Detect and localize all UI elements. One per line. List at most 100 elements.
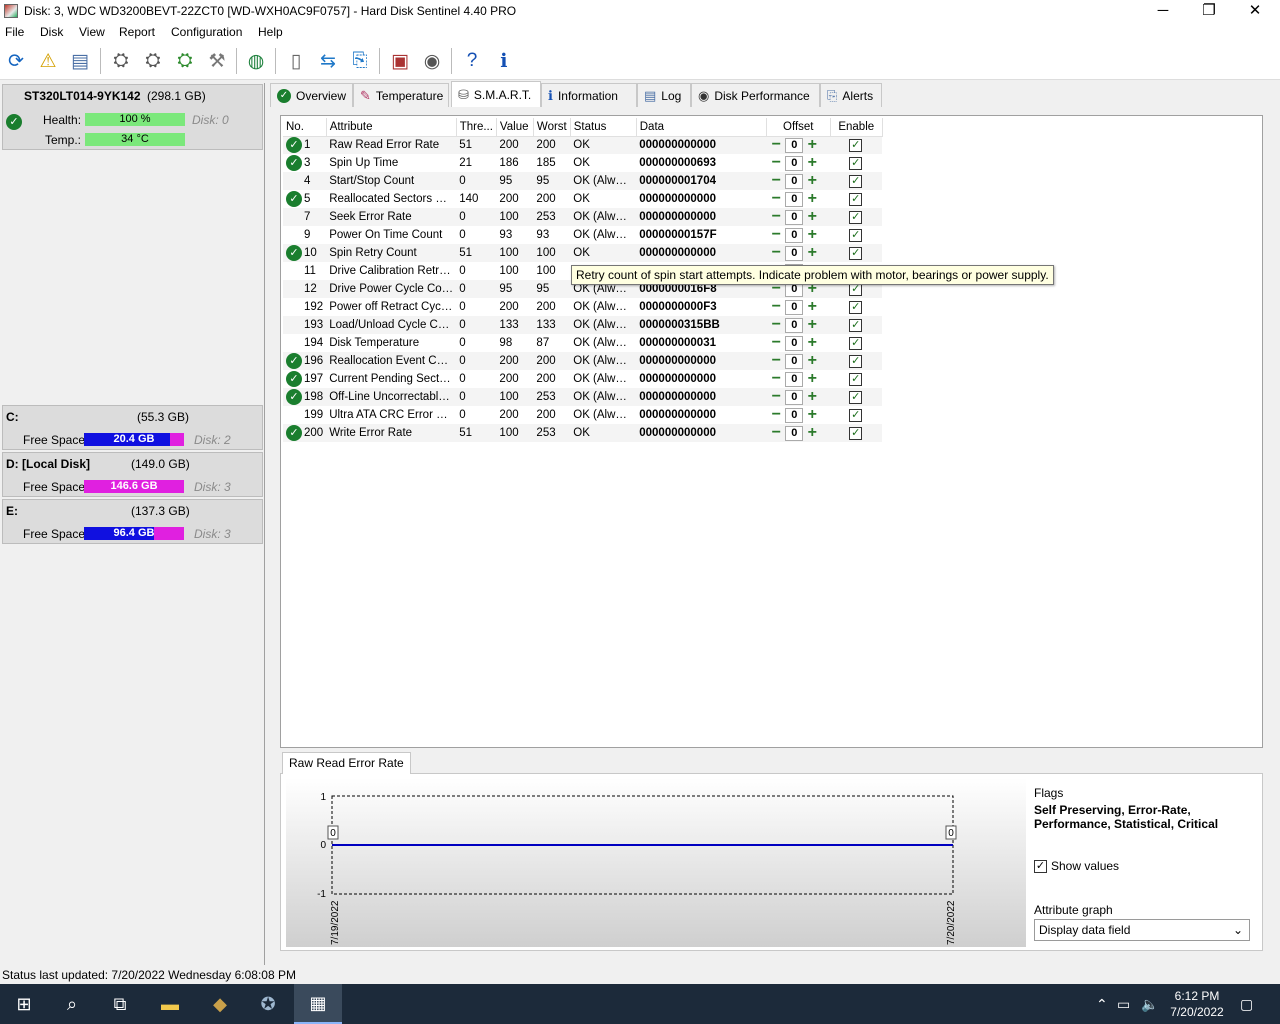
offset-plus-button[interactable]: + <box>805 191 819 207</box>
monitor-icon[interactable]: ▣ <box>385 46 415 76</box>
enable-checkbox[interactable]: ✓ <box>849 408 863 422</box>
offset-value[interactable]: 0 <box>785 353 804 369</box>
minimize-button[interactable]: ─ <box>1140 0 1186 22</box>
col-offset[interactable]: Offset <box>766 118 831 137</box>
col-value[interactable]: Value <box>496 118 534 137</box>
enable-checkbox[interactable]: ✓ <box>849 336 863 350</box>
offset-value[interactable]: 0 <box>785 371 804 387</box>
task-view-icon[interactable]: ⧉ <box>96 984 144 1024</box>
tab-log[interactable]: ▤ Log <box>637 83 691 107</box>
notification-icon[interactable]: ▢ <box>1240 996 1253 1013</box>
show-values-checkbox[interactable]: ✓ <box>1034 859 1047 873</box>
disk-check-icon[interactable]: ⛭ <box>170 46 200 76</box>
tab-overview[interactable]: ✓ Overview <box>270 83 353 107</box>
offset-minus-button[interactable]: − <box>769 155 783 171</box>
offset-minus-button[interactable]: − <box>769 407 783 423</box>
table-row[interactable]: ✓ 1 Raw Read Error Rate 51 200 200 OK 000000000… <box>283 136 883 154</box>
col-status[interactable]: Status <box>570 118 637 137</box>
report-icon[interactable]: ▯ <box>281 46 311 76</box>
table-row[interactable]: 193 Load/Unload Cycle Cou... 0 133 133 OK (Al… <box>283 316 883 334</box>
offset-minus-button[interactable]: − <box>769 299 783 315</box>
close-button[interactable]: ✕ <box>1232 0 1278 22</box>
table-row[interactable]: ✓ 200 Write Error Rate 51 100 253 OK 0000000000… <box>283 424 883 442</box>
disk-info-icon[interactable]: ▤ <box>65 46 95 76</box>
partition-d[interactable]: D: [Local Disk] (149.0 GB) Free Space 14… <box>2 452 263 497</box>
offset-value[interactable]: 0 <box>785 317 804 333</box>
enable-checkbox[interactable]: ✓ <box>849 174 863 188</box>
tab-disk-performance[interactable]: ◉ Disk Performance <box>691 83 820 107</box>
col-no[interactable]: No. <box>283 118 327 137</box>
menu-report[interactable]: Report <box>119 25 155 39</box>
menu-view[interactable]: View <box>79 25 105 39</box>
enable-checkbox[interactable]: ✓ <box>849 354 863 368</box>
offset-minus-button[interactable]: − <box>769 353 783 369</box>
menu-disk[interactable]: Disk <box>40 25 63 39</box>
alert-disk-icon[interactable]: ⚠ <box>33 46 63 76</box>
table-row[interactable]: ✓ 197 Current Pending Sector... 0 200 200 OK (… <box>283 370 882 388</box>
graph-tab[interactable]: Raw Read Error Rate <box>282 752 411 774</box>
show-values-checkbox-row[interactable]: ✓ Show values <box>1034 859 1259 873</box>
offset-plus-button[interactable]: + <box>805 389 819 405</box>
app-icon[interactable] <box>4 4 18 18</box>
enable-checkbox[interactable]: ✓ <box>849 318 863 332</box>
table-row[interactable]: 194Disk Temperature09887OK (Always...000… <box>283 334 882 352</box>
sound-icon[interactable]: ◉ <box>417 46 447 76</box>
enable-checkbox[interactable]: ✓ <box>849 300 863 314</box>
offset-value[interactable]: 0 <box>785 389 804 405</box>
network-icon[interactable]: ⎘ <box>345 46 375 76</box>
enable-checkbox[interactable]: ✓ <box>849 210 863 224</box>
table-row[interactable]: 9Power On Time Count09393OK (Always...00… <box>283 226 882 244</box>
enable-checkbox[interactable]: ✓ <box>849 246 863 260</box>
help-icon[interactable]: ? <box>457 46 487 76</box>
refresh-icon[interactable]: ⟳ <box>1 46 31 76</box>
offset-plus-button[interactable]: + <box>805 425 819 441</box>
col-enable[interactable]: Enable <box>830 118 883 137</box>
menu-help[interactable]: Help <box>258 25 283 39</box>
table-row[interactable]: 192 Power off Retract Cycle ... 0 200 200 OK … <box>283 298 882 316</box>
disk-tools-icon[interactable]: ⚒ <box>202 46 232 76</box>
chevron-up-icon[interactable]: ⌃ <box>1096 996 1108 1013</box>
hard-disk-sentinel-taskbar-icon[interactable]: ▦ <box>294 984 342 1024</box>
table-row[interactable]: 7Seek Error Rate0100253OK (Always...0000… <box>283 208 883 226</box>
table-row[interactable]: ✓ 3 Spin Up Time 21 186 185 OK 000000000693−0 + ✓ <box>283 154 882 172</box>
network-icon[interactable]: ▭ <box>1117 996 1130 1013</box>
offset-value[interactable]: 0 <box>785 335 804 351</box>
attribute-graph-select[interactable]: Display data field ⌄ <box>1034 919 1250 941</box>
offset-plus-button[interactable]: + <box>805 407 819 423</box>
partition-e[interactable]: E: (137.3 GB) Free Space 96.4 GB Disk: 3 <box>2 499 263 544</box>
menu-file[interactable]: File <box>5 25 24 39</box>
offset-value[interactable]: 0 <box>785 425 804 441</box>
taskbar-app-icon[interactable]: ◆ <box>196 984 244 1024</box>
offset-plus-button[interactable]: + <box>805 209 819 225</box>
table-row[interactable]: 199 Ultra ATA CRC Error Co... 0 200 200 OK (A… <box>283 406 882 424</box>
offset-minus-button[interactable]: − <box>769 191 783 207</box>
table-row[interactable]: ✓ 196 Reallocation Event Count 0 200 200 OK (A… <box>283 352 883 370</box>
table-row[interactable]: ✓ 10 Spin Retry Count 51 100 100 OK 00000000000… <box>283 244 883 262</box>
offset-value[interactable]: 0 <box>785 173 804 189</box>
enable-checkbox[interactable]: ✓ <box>849 156 863 170</box>
tab-temperature[interactable]: ✎ Temperature <box>353 83 449 107</box>
col-data[interactable]: Data <box>636 118 767 137</box>
enable-checkbox[interactable]: ✓ <box>849 390 863 404</box>
offset-value[interactable]: 0 <box>785 209 804 225</box>
maximize-button[interactable]: ❐ <box>1186 0 1232 22</box>
offset-minus-button[interactable]: − <box>769 173 783 189</box>
disk-entry[interactable]: ST320LT014-9YK142 (298.1 GB) ✓ Health: 1… <box>2 84 263 150</box>
enable-checkbox[interactable]: ✓ <box>849 372 863 386</box>
clock[interactable]: 6:12 PM 7/20/2022 <box>1166 988 1228 1020</box>
offset-minus-button[interactable]: − <box>769 317 783 333</box>
table-row[interactable]: 4Start/Stop Count09595OK (Always...00000… <box>283 172 883 190</box>
info-icon[interactable]: ℹ <box>489 46 519 76</box>
col-threshold[interactable]: Thre... <box>456 118 497 137</box>
offset-value[interactable]: 0 <box>785 137 804 153</box>
offset-minus-button[interactable]: − <box>769 227 783 243</box>
table-row[interactable]: ✓ 198 Off-Line Uncorrectable ... 0 100 253 OK … <box>283 388 883 406</box>
partition-c[interactable]: C: (55.3 GB) Free Space 20.4 GB Disk: 2 <box>2 405 263 450</box>
windows-start-icon[interactable]: ⊞ <box>0 984 48 1024</box>
enable-checkbox[interactable]: ✓ <box>849 228 863 242</box>
file-explorer-icon[interactable]: ▬ <box>146 984 194 1024</box>
offset-value[interactable]: 0 <box>785 245 804 261</box>
col-worst[interactable]: Worst <box>533 118 571 137</box>
offset-plus-button[interactable]: + <box>805 173 819 189</box>
offset-value[interactable]: 0 <box>785 299 804 315</box>
